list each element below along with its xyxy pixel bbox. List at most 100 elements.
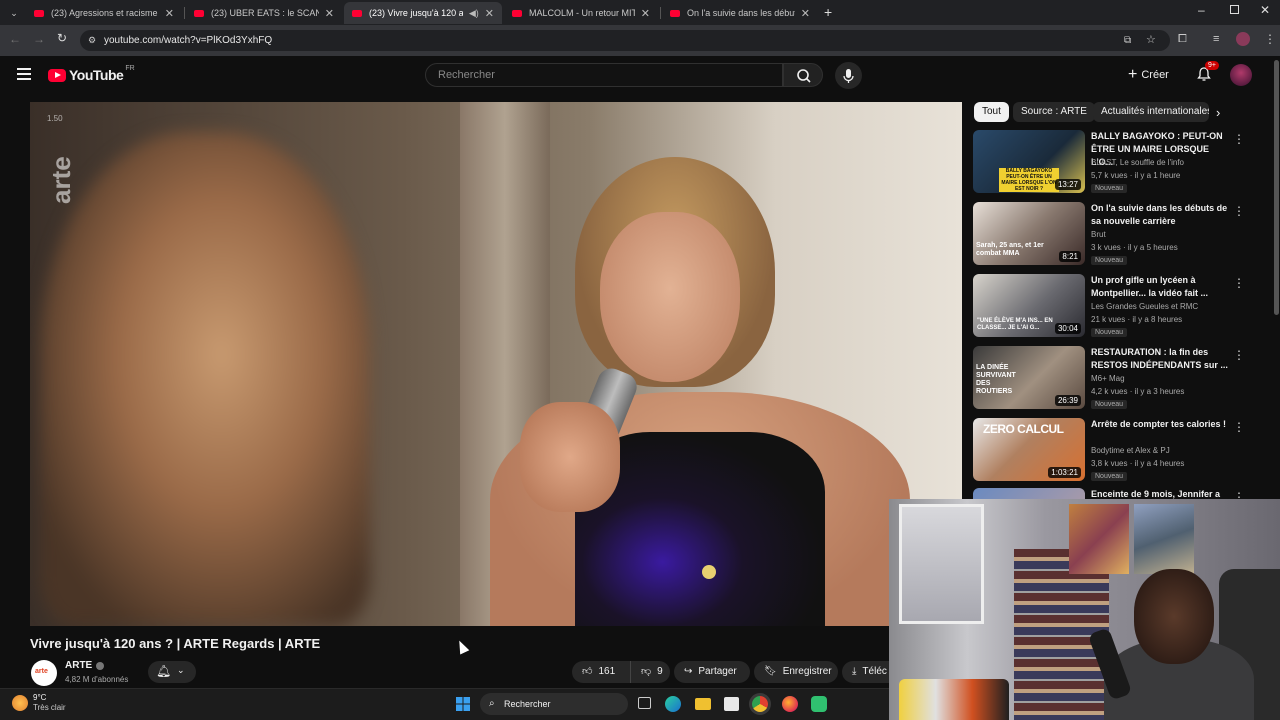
- video-thumbnail[interactable]: ZERO CALCUL 1:03:21: [973, 418, 1085, 481]
- hamburger-menu-icon[interactable]: [17, 68, 31, 80]
- browser-tab[interactable]: On l'a suivie dans les débuts de ✕: [662, 2, 818, 24]
- browser-tab-active[interactable]: (23) Vivre jusqu'à 120 ans ? ◀) ✕: [344, 2, 502, 24]
- chip-all[interactable]: Tout: [974, 102, 1009, 122]
- recommendation-item[interactable]: ZERO CALCUL 1:03:21 Arrête de compter te…: [973, 418, 1263, 482]
- minimize-icon[interactable]: –: [1198, 3, 1205, 17]
- taskbar-search[interactable]: ⌕ Rechercher: [480, 693, 628, 715]
- recommendation-item[interactable]: Sarah, 25 ans, et 1er combat MMA 8:21 On…: [973, 202, 1263, 266]
- browser-tab[interactable]: (23) Agressions et racisme : le c ✕: [26, 2, 182, 24]
- more-actions-icon[interactable]: ⋮: [1233, 276, 1245, 290]
- edge-browser-icon[interactable]: [665, 696, 681, 712]
- more-actions-icon[interactable]: ⋮: [1233, 420, 1245, 434]
- browser-tab[interactable]: (23) UBER EATS : le SCANDALE ✕: [186, 2, 342, 24]
- channel-avatar[interactable]: arte: [31, 660, 57, 686]
- youtube-logo[interactable]: YouTube FR: [48, 64, 135, 83]
- voice-search-button[interactable]: [835, 62, 862, 89]
- media-control-icon[interactable]: ≡: [1213, 33, 1219, 45]
- speaker-icon[interactable]: ◀): [469, 8, 479, 19]
- channel-name[interactable]: Bodytime et Alex & PJ: [1091, 446, 1170, 455]
- maximize-icon[interactable]: [1230, 5, 1239, 14]
- dislike-button[interactable]: 👎︎ 9: [630, 661, 670, 683]
- close-tab-icon[interactable]: ✕: [165, 7, 174, 20]
- youtube-favicon-icon: [352, 9, 362, 17]
- video-title-heading: Vivre jusqu'à 120 ans ? | ARTE Regards |…: [30, 636, 321, 651]
- close-tab-icon[interactable]: ✕: [485, 7, 494, 20]
- video-thumbnail[interactable]: "UNE ÉLÈVE M'A INS... EN CLASSE... JE L'…: [973, 274, 1085, 337]
- more-actions-icon[interactable]: ⋮: [1233, 348, 1245, 362]
- profile-avatar-icon[interactable]: [1236, 32, 1250, 46]
- close-tab-icon[interactable]: ✕: [801, 7, 810, 20]
- channel-name[interactable]: M6+ Mag: [1091, 374, 1125, 383]
- new-badge: Nouveau: [1091, 328, 1128, 337]
- download-label: Téléc: [862, 666, 887, 677]
- forward-icon[interactable]: →: [33, 32, 45, 46]
- channel-name-row[interactable]: ARTE: [65, 660, 105, 671]
- task-view-icon[interactable]: [638, 697, 651, 709]
- chip-source-arte[interactable]: Source : ARTE: [1013, 102, 1095, 122]
- more-actions-icon[interactable]: ⋮: [1233, 132, 1245, 146]
- video-title[interactable]: Un prof gifle un lycéen à Montpellier...…: [1091, 274, 1229, 300]
- chrome-icon[interactable]: [752, 696, 768, 712]
- video-thumbnail[interactable]: LA DINÉE SURVIVANT DES ROUTIERS 26:39: [973, 346, 1085, 409]
- chip-international-news[interactable]: Actualités internationales: [1093, 102, 1209, 122]
- notifications-button[interactable]: 9+: [1196, 61, 1219, 82]
- video-title[interactable]: RESTAURATION : la fin des RESTOS INDÉPEN…: [1091, 346, 1229, 372]
- tab-title: On l'a suivie dans les débuts de: [687, 8, 795, 18]
- weather-widget[interactable]: 9°C Très clair: [12, 693, 66, 713]
- video-title[interactable]: On l'a suivie dans les débuts de sa nouv…: [1091, 202, 1229, 228]
- extensions-icon[interactable]: ⧠: [1178, 33, 1187, 46]
- bookmark-star-icon[interactable]: ☆: [1146, 30, 1156, 51]
- cam-poster-1: [1069, 504, 1129, 574]
- site-info-icon[interactable]: ⚙: [88, 30, 96, 51]
- thumbnail-text: "UNE ÉLÈVE M'A INS... EN CLASSE... JE L'…: [977, 318, 1053, 331]
- page-scrollbar[interactable]: [1274, 60, 1279, 315]
- weather-label: Très clair: [33, 703, 66, 712]
- firefox-icon[interactable]: [782, 696, 798, 712]
- store-icon[interactable]: [724, 697, 739, 711]
- search-icon: [797, 69, 811, 83]
- thumbs-up-icon: 👍︎: [582, 666, 593, 677]
- search-input[interactable]: Rechercher: [425, 63, 783, 87]
- address-bar[interactable]: ⚙ youtube.com/watch?v=PlKOd3YxhFQ ⧉ ☆: [80, 30, 1170, 51]
- arte-logo-icon: arte: [35, 668, 48, 675]
- url-text: youtube.com/watch?v=PlKOd3YxhFQ: [104, 35, 273, 46]
- region-label: FR: [125, 64, 135, 72]
- install-icon[interactable]: ⧉: [1124, 30, 1131, 51]
- chips-next-icon[interactable]: ›: [1216, 105, 1220, 120]
- close-tab-icon[interactable]: ✕: [325, 7, 334, 20]
- chrome-menu-icon[interactable]: ⋮: [1264, 32, 1276, 46]
- windows-logo-icon: [456, 697, 470, 711]
- browser-tab[interactable]: MALCOLM - Un retour MITIGÉ ✕: [504, 2, 658, 24]
- video-thumbnail[interactable]: Sarah, 25 ans, et 1er combat MMA 8:21: [973, 202, 1085, 265]
- channel-name[interactable]: Les Grandes Gueules et RMC: [1091, 302, 1198, 311]
- back-icon[interactable]: ←: [9, 32, 21, 46]
- video-title[interactable]: Arrête de compter tes calories !: [1091, 418, 1229, 431]
- more-actions-icon[interactable]: ⋮: [1233, 204, 1245, 218]
- save-button[interactable]: 🔖︎ Enregistrer: [754, 661, 838, 683]
- search-button[interactable]: [783, 63, 823, 87]
- video-duration: 26:39: [1054, 395, 1081, 406]
- recommendation-item[interactable]: LA DINÉE SURVIVANT DES ROUTIERS 26:39 RE…: [973, 346, 1263, 410]
- video-player[interactable]: arte 1.50: [30, 102, 962, 626]
- tab-search-icon[interactable]: ⌄: [6, 5, 22, 21]
- mouse-cursor-icon: [454, 638, 470, 655]
- like-button[interactable]: 👍︎ 161: [572, 661, 630, 683]
- share-button[interactable]: ↪ Partager: [674, 661, 750, 683]
- close-tab-icon[interactable]: ✕: [641, 7, 650, 20]
- recommendation-item[interactable]: BALLY BAGAYOKO PEUT-ON ÊTRE UN MAIRE LOR…: [973, 130, 1263, 194]
- reload-icon[interactable]: ↻: [57, 31, 67, 45]
- channel-name[interactable]: BLAST, Le souffle de l'info: [1091, 158, 1184, 167]
- new-tab-icon[interactable]: +: [824, 4, 832, 20]
- subscription-bell-button[interactable]: 🔔︎ ⌄: [148, 661, 196, 683]
- start-button[interactable]: [456, 697, 470, 711]
- share-label: Partager: [698, 666, 737, 677]
- video-thumbnail[interactable]: BALLY BAGAYOKO PEUT-ON ÊTRE UN MAIRE LOR…: [973, 130, 1085, 193]
- create-button[interactable]: + Créer: [1128, 64, 1169, 86]
- file-explorer-icon[interactable]: [695, 698, 711, 710]
- close-window-icon[interactable]: ✕: [1260, 3, 1270, 17]
- recommendation-item[interactable]: "UNE ÉLÈVE M'A INS... EN CLASSE... JE L'…: [973, 274, 1263, 338]
- app-icon[interactable]: [811, 696, 827, 712]
- account-avatar[interactable]: [1230, 64, 1252, 86]
- new-badge: Nouveau: [1091, 184, 1128, 193]
- channel-name[interactable]: Brut: [1091, 230, 1106, 239]
